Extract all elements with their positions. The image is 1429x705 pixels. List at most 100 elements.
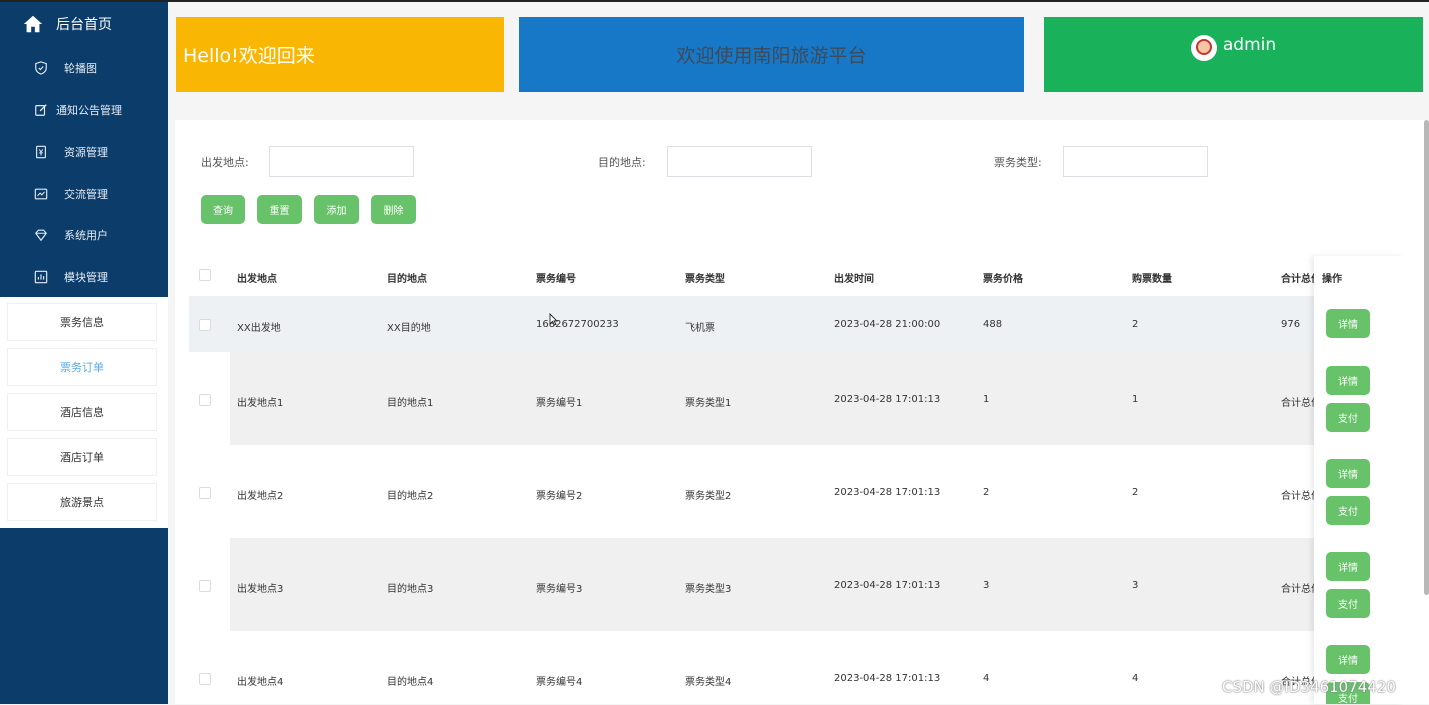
row-checkbox[interactable]: [199, 673, 211, 685]
cell-departure: 出发地点3: [237, 584, 284, 595]
ticket-type-label: 票务类型:: [994, 156, 1042, 169]
row-checkbox[interactable]: [199, 319, 211, 331]
submenu-hotel-info[interactable]: 酒店信息: [8, 394, 156, 430]
sidebar-submenu: 票务信息 票务订单 酒店信息 酒店订单 旅游景点: [0, 297, 168, 528]
cell-departure: XX出发地: [237, 323, 281, 334]
cell-total: 合计总价2: [1281, 491, 1314, 502]
cell-total: 合计总价1: [1281, 398, 1314, 409]
username: admin: [1222, 35, 1277, 55]
query-button[interactable]: 查询: [201, 195, 245, 224]
edit-icon: [35, 104, 47, 116]
sidebar-item-notices[interactable]: 通知公告管理: [0, 90, 168, 130]
pay-button[interactable]: 支付: [1326, 496, 1370, 525]
sidebar-item-label: 交流管理: [64, 188, 108, 201]
cell-departure-time: 2023-04-28 17:01:13: [834, 580, 941, 591]
add-button[interactable]: 添加: [314, 195, 359, 224]
sidebar-item-system-users[interactable]: 系统用户: [0, 215, 168, 255]
detail-button[interactable]: 详情: [1326, 552, 1370, 581]
home-icon: [23, 15, 43, 33]
sidebar-item-label: 资源管理: [64, 146, 108, 159]
table-row: [189, 296, 1404, 352]
welcome-text: Hello!欢迎回来: [183, 45, 315, 67]
vertical-scrollbar[interactable]: [1424, 120, 1429, 595]
sidebar-item-label: 通知公告管理: [56, 104, 122, 117]
shield-icon: [35, 61, 47, 75]
header-operations: 操作: [1322, 274, 1342, 285]
window-top-edge: [0, 0, 1429, 2]
reset-button[interactable]: 重置: [257, 195, 302, 224]
submenu-ticket-orders[interactable]: 票务订单: [8, 349, 156, 385]
sidebar-item-label: 系统用户: [64, 229, 108, 242]
pay-button[interactable]: 支付: [1326, 403, 1370, 432]
cell-ticket-type: 飞机票: [685, 323, 715, 334]
submenu-tourist-spots[interactable]: 旅游景点: [8, 484, 156, 520]
cell-destination: 目的地点1: [387, 398, 434, 409]
sidebar-home[interactable]: 后台首页: [0, 2, 168, 46]
diamond-icon: [35, 229, 47, 242]
sidebar-item-exchange[interactable]: 交流管理: [0, 174, 168, 214]
header-departure[interactable]: 出发地点: [237, 270, 277, 285]
welcome-banner: Hello!欢迎回来: [176, 17, 504, 92]
header-total[interactable]: 合计总价: [1281, 270, 1315, 285]
cell-ticket-type: 票务类型3: [685, 584, 732, 595]
header-ticket-no[interactable]: 票务编号: [536, 270, 576, 285]
departure-input[interactable]: [269, 146, 414, 177]
sidebar-item-carousel[interactable]: 轮播图: [0, 48, 168, 88]
cell-price: 488: [983, 319, 1003, 330]
cell-quantity: 2: [1132, 319, 1139, 330]
cell-quantity: 1: [1132, 394, 1139, 405]
bar-chart-icon: [34, 270, 48, 284]
select-all-checkbox[interactable]: [199, 269, 211, 281]
mouse-cursor-icon: [549, 313, 558, 326]
platform-title: 欢迎使用南阳旅游平台: [676, 45, 867, 67]
cell-ticket-type: 票务类型1: [685, 398, 732, 409]
header-price[interactable]: 票务价格: [983, 270, 1023, 285]
sidebar-item-label: 轮播图: [64, 62, 97, 75]
cell-ticket-type: 票务类型2: [685, 491, 732, 502]
cell-destination: 目的地点2: [387, 491, 434, 502]
detail-button[interactable]: 详情: [1326, 645, 1370, 674]
cell-total: 合计总价3: [1281, 584, 1314, 595]
cell-total: 976: [1281, 319, 1301, 330]
cell-destination: XX目的地: [387, 323, 431, 334]
sidebar-item-modules[interactable]: 模块管理: [0, 257, 168, 297]
row-checkbox[interactable]: [199, 394, 211, 406]
pay-button[interactable]: 支付: [1326, 589, 1370, 618]
cell-price: 4: [983, 673, 990, 684]
header-destination[interactable]: 目的地点: [387, 270, 427, 285]
cell-price: 1: [983, 394, 990, 405]
sidebar-item-resources[interactable]: 资源管理: [0, 132, 168, 172]
platform-banner: 欢迎使用南阳旅游平台: [519, 17, 1024, 92]
detail-button[interactable]: 详情: [1326, 366, 1370, 395]
cell-departure-time: 2023-04-28 17:01:13: [834, 673, 941, 684]
row-checkbox[interactable]: [199, 487, 211, 499]
header-ticket-type[interactable]: 票务类型: [685, 270, 725, 285]
cell-destination: 目的地点3: [387, 584, 434, 595]
cell-departure-time: 2023-04-28 17:01:13: [834, 487, 941, 498]
watermark: CSDN @ID3461074420: [1222, 678, 1396, 696]
cell-price: 3: [983, 580, 990, 591]
departure-label: 出发地点:: [201, 156, 249, 169]
cell-ticket-no: 票务编号2: [536, 491, 583, 502]
cell-quantity: 3: [1132, 580, 1139, 591]
table-row: [189, 445, 1404, 538]
user-banner: admin: [1044, 17, 1423, 92]
cell-destination: 目的地点4: [387, 677, 434, 688]
cell-ticket-no: 票务编号4: [536, 677, 583, 688]
ticket-type-input[interactable]: [1063, 146, 1208, 177]
cell-departure-time: 2023-04-28 17:01:13: [834, 394, 941, 405]
header-quantity[interactable]: 购票数量: [1132, 270, 1172, 285]
submenu-ticket-info[interactable]: 票务信息: [8, 304, 156, 340]
submenu-hotel-orders[interactable]: 酒店订单: [8, 439, 156, 475]
detail-button[interactable]: 详情: [1326, 309, 1370, 338]
cell-ticket-no: 票务编号1: [536, 398, 583, 409]
avatar[interactable]: [1190, 35, 1217, 61]
cell-departure: 出发地点4: [237, 677, 284, 688]
destination-input[interactable]: [667, 146, 812, 177]
detail-button[interactable]: 详情: [1326, 459, 1370, 488]
cell-ticket-no: 票务编号3: [536, 584, 583, 595]
delete-button[interactable]: 删除: [371, 195, 416, 224]
header-departure-time[interactable]: 出发时间: [834, 270, 874, 285]
row-checkbox[interactable]: [199, 580, 211, 592]
chart-icon: [34, 188, 48, 200]
